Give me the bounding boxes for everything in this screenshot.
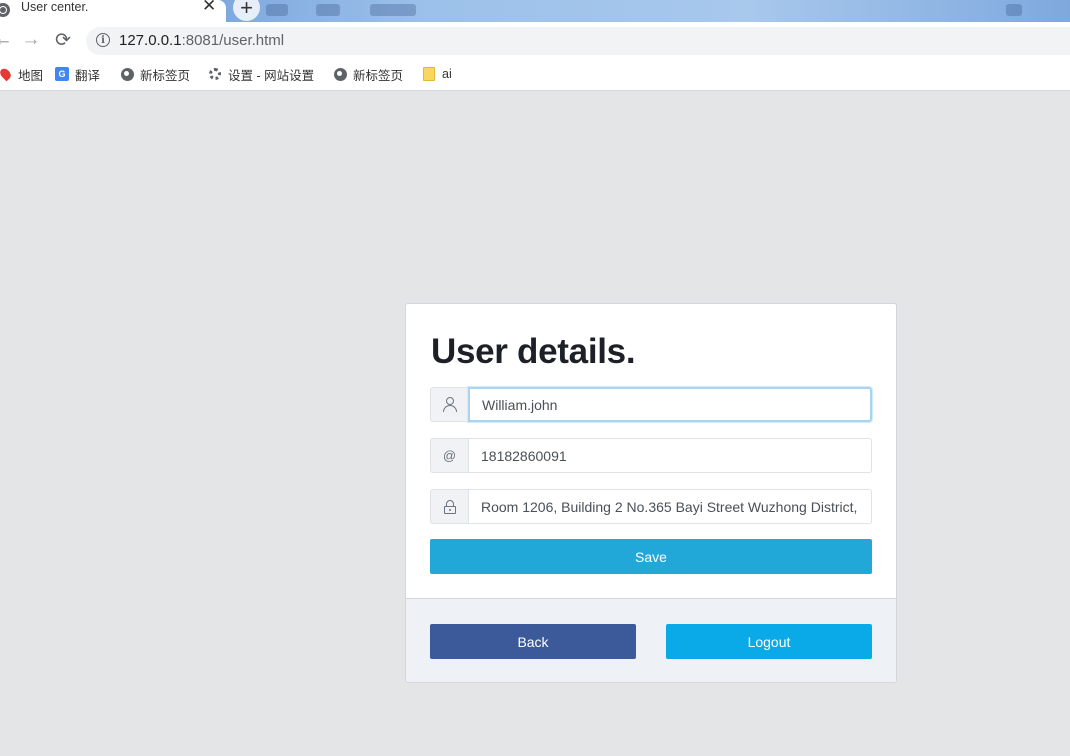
close-icon[interactable]: ✕ xyxy=(202,0,216,14)
info-icon[interactable]: i xyxy=(96,33,110,47)
blurred-tab-label xyxy=(370,4,416,16)
reload-icon[interactable]: ⟳ xyxy=(52,29,74,51)
at-icon: @ xyxy=(430,438,468,473)
browser-toolbar: ← → ⟳ i 127.0.0.1:8081/user.html xyxy=(0,22,1070,58)
bookmark-label: 新标签页 xyxy=(140,68,191,83)
logout-button[interactable]: Logout xyxy=(666,624,872,659)
save-button[interactable]: Save xyxy=(430,539,872,574)
bookmark-label: 设置 - 网站设置 xyxy=(228,68,315,83)
folder-icon xyxy=(422,67,436,81)
username-field xyxy=(430,387,872,422)
url-path: :8081/user.html xyxy=(181,32,285,49)
tab-user-center[interactable]: User center. ✕ xyxy=(0,0,226,22)
user-details-card: User details. @ Save Back Logout xyxy=(405,303,897,683)
translate-icon: G xyxy=(55,67,69,81)
globe-icon xyxy=(333,67,347,81)
username-input[interactable] xyxy=(468,387,872,422)
bookmark-translate[interactable]: G 翻译 xyxy=(55,66,101,83)
back-arrow-icon[interactable]: ← xyxy=(0,29,14,51)
card-footer: Back Logout xyxy=(406,598,896,682)
bookmark-label: ai xyxy=(442,67,452,81)
forward-arrow-icon[interactable]: → xyxy=(20,29,42,51)
phone-input[interactable] xyxy=(468,438,872,473)
bookmarks-bar: 地图 G 翻译 新标签页 设置 - 网站设置 新标签页 ai xyxy=(0,58,1070,91)
bookmark-map[interactable]: 地图 xyxy=(0,66,44,83)
address-field xyxy=(430,489,872,524)
address-input[interactable] xyxy=(468,489,872,524)
url-host: 127.0.0.1 xyxy=(119,32,182,49)
bookmark-site-settings[interactable]: 设置 - 网站设置 xyxy=(208,66,315,83)
bookmark-label: 翻译 xyxy=(75,68,101,83)
map-pin-icon xyxy=(0,66,13,82)
user-icon xyxy=(430,387,468,422)
tab-strip: User center. ✕ + xyxy=(0,0,1070,22)
blurred-tab-label xyxy=(266,4,288,16)
bookmark-label: 地图 xyxy=(18,68,44,83)
back-button[interactable]: Back xyxy=(430,624,636,659)
bookmark-label: 新标签页 xyxy=(353,68,404,83)
new-tab-button[interactable]: + xyxy=(233,0,260,21)
lock-icon xyxy=(430,489,468,524)
bookmark-new-tab-2[interactable]: 新标签页 xyxy=(333,66,404,83)
globe-icon xyxy=(120,67,134,81)
tab-title: User center. xyxy=(21,0,89,14)
blurred-tab-label xyxy=(1006,4,1022,16)
globe-icon xyxy=(0,3,10,17)
bookmark-new-tab[interactable]: 新标签页 xyxy=(120,66,191,83)
page-title: User details. xyxy=(431,332,636,371)
gear-icon xyxy=(208,67,222,81)
address-bar[interactable]: i 127.0.0.1:8081/user.html xyxy=(86,27,1070,55)
url-text[interactable]: 127.0.0.1:8081/user.html xyxy=(119,31,284,51)
bookmark-folder-ai[interactable]: ai xyxy=(422,66,452,82)
phone-field: @ xyxy=(430,438,872,473)
blurred-tab-label xyxy=(316,4,340,16)
